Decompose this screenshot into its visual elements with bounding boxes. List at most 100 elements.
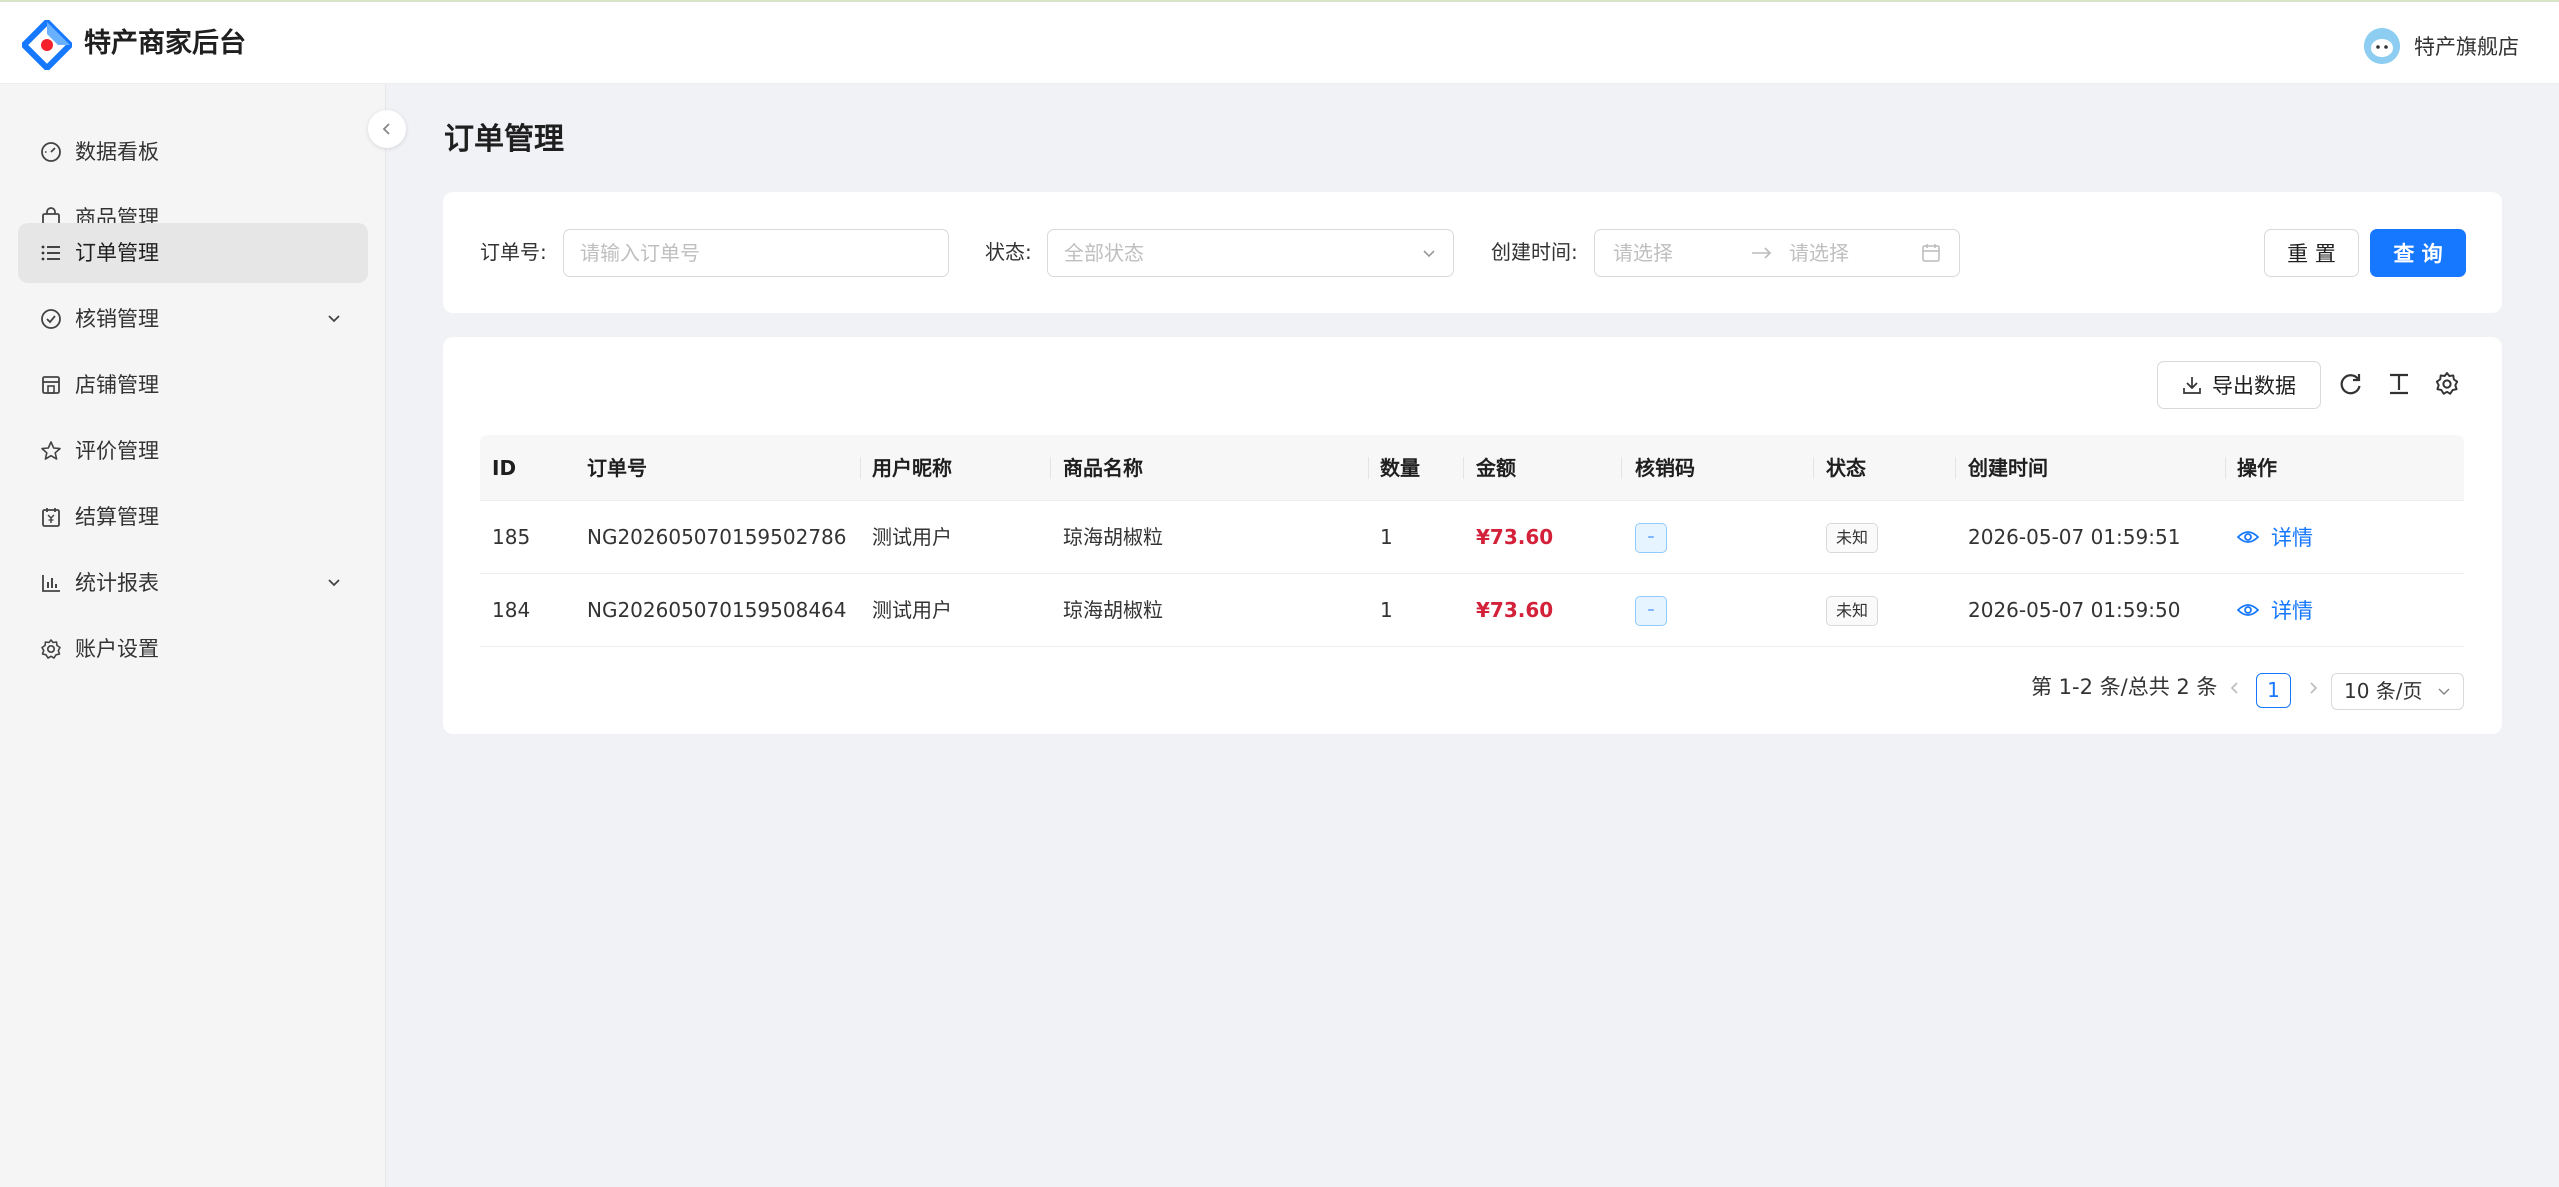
sidebar-collapse-button[interactable] — [368, 110, 406, 148]
date-range-picker[interactable]: 请选择 请选择 — [1594, 229, 1960, 277]
column-header: 商品名称 — [1063, 456, 1143, 480]
star-icon — [41, 441, 61, 460]
status-badge: 未知 — [1826, 523, 1879, 553]
user-menu[interactable]: 特产旗舰店 — [2364, 26, 2519, 66]
column-separator — [1955, 457, 1956, 479]
chevron-down-icon — [2438, 688, 2450, 696]
user-name: 特产旗舰店 — [2414, 35, 2519, 59]
column-header: 创建时间 — [1968, 456, 2048, 480]
column-header: 操作 — [2237, 456, 2277, 480]
cell-product: 琼海胡椒粒 — [1063, 525, 1163, 549]
sidebar-item-label: 订单管理 — [75, 241, 159, 265]
page-size-value: 10 条/页 — [2344, 679, 2423, 703]
cell-id: 185 — [492, 525, 531, 549]
cell-created: 2026-05-07 01:59:50 — [1968, 598, 2181, 622]
chevron-right-icon[interactable] — [2305, 680, 2321, 696]
cell-id: 184 — [492, 598, 531, 622]
sidebar-item-label: 统计报表 — [75, 571, 159, 595]
detail-link[interactable]: 详情 — [2237, 574, 2313, 646]
column-separator — [1813, 457, 1814, 479]
sidebar-item-dashboard[interactable]: 数据看板 — [18, 122, 368, 182]
cell-nickname: 测试用户 — [872, 598, 952, 622]
sidebar-item-reports[interactable]: 统计报表 — [18, 553, 368, 613]
sidebar-item-account[interactable]: 账户设置 — [18, 619, 368, 679]
chevron-left-icon[interactable] — [2227, 680, 2243, 696]
cell-qty: 1 — [1380, 525, 1393, 549]
cell-product: 琼海胡椒粒 — [1063, 598, 1163, 622]
column-header: 金额 — [1476, 456, 1516, 480]
chevron-down-icon — [1423, 250, 1435, 258]
column-header: 数量 — [1380, 456, 1420, 480]
query-button[interactable]: 查 询 — [2370, 229, 2466, 277]
sidebar-item-settlement[interactable]: 结算管理 — [18, 487, 368, 547]
verification-code-tag: – — [1635, 596, 1667, 626]
settings-gear-icon[interactable] — [2434, 371, 2460, 397]
order-no-input[interactable]: 请输入订单号 — [563, 229, 949, 277]
column-header: 核销码 — [1635, 456, 1695, 480]
cell-order-no: NG202605070159502786 — [587, 525, 847, 549]
table-row[interactable]: 185 NG202605070159502786 测试用户 琼海胡椒粒 1 ¥7… — [480, 501, 2464, 574]
reset-button[interactable]: 重 置 — [2264, 229, 2359, 277]
detail-link-label: 详情 — [2271, 599, 2313, 623]
cell-qty: 1 — [1380, 598, 1393, 622]
calendar-icon — [1922, 244, 1940, 262]
cell-nickname: 测试用户 — [872, 525, 952, 549]
shop-icon — [42, 376, 60, 394]
cell-created: 2026-05-07 01:59:51 — [1968, 525, 2181, 549]
date-end-input[interactable]: 请选择 — [1789, 230, 1849, 276]
column-header: 用户昵称 — [872, 456, 952, 480]
column-height-icon[interactable] — [2386, 371, 2412, 397]
eye-icon — [2237, 604, 2259, 616]
app-title: 特产商家后台 — [84, 28, 246, 59]
detail-link[interactable]: 详情 — [2237, 501, 2313, 573]
arrow-right-icon — [1752, 247, 1772, 259]
download-icon — [2183, 377, 2201, 394]
top-header: 特产商家后台 特产旗舰店 — [0, 0, 2559, 84]
created-time-label: 创建时间: — [1491, 240, 1578, 264]
verification-code-tag: – — [1635, 523, 1667, 553]
sidebar-item-shop[interactable]: 店铺管理 — [18, 355, 368, 415]
column-separator — [1368, 457, 1369, 479]
refresh-icon[interactable] — [2338, 371, 2364, 397]
dashboard-icon — [41, 142, 61, 162]
sidebar-item-label: 核销管理 — [75, 307, 159, 331]
page-title: 订单管理 — [444, 122, 564, 157]
export-button-label: 导出数据 — [2212, 374, 2296, 398]
sidebar-item-verification[interactable]: 核销管理 — [18, 289, 368, 349]
pagination-total: 第 1-2 条/总共 2 条 — [2031, 675, 2218, 699]
order-no-label: 订单号: — [480, 240, 547, 264]
column-header: 状态 — [1826, 456, 1866, 480]
bar-chart-icon — [42, 575, 60, 592]
status-select[interactable]: 全部状态 — [1047, 229, 1454, 277]
column-separator — [1050, 457, 1051, 479]
avatar-icon — [2364, 28, 2400, 64]
chevron-down-icon — [328, 315, 340, 323]
cell-amount: ¥73.60 — [1476, 525, 1554, 549]
pagination-page-1[interactable]: 1 — [2256, 673, 2291, 708]
chevron-left-icon — [382, 123, 390, 135]
check-circle-icon — [41, 309, 61, 329]
eye-icon — [2237, 531, 2259, 543]
table-row[interactable]: 184 NG202605070159508464 测试用户 琼海胡椒粒 1 ¥7… — [480, 574, 2464, 647]
sidebar: 数据看板 商品管理 订单管理 核销管理 店铺管理 评价管理 结算管理 统计报表 … — [0, 84, 386, 1187]
column-separator — [1463, 457, 1464, 479]
column-separator — [860, 457, 861, 479]
sidebar-item-orders[interactable]: 订单管理 — [18, 223, 368, 283]
page-size-select[interactable]: 10 条/页 — [2331, 673, 2464, 710]
sidebar-item-label: 账户设置 — [75, 637, 159, 661]
avatar[interactable] — [2364, 28, 2400, 64]
status-label: 状态: — [985, 240, 1032, 264]
app-logo-icon — [22, 20, 72, 70]
calendar-yen-icon — [42, 508, 60, 527]
sidebar-item-label: 评价管理 — [75, 439, 159, 463]
column-separator — [2225, 457, 2226, 479]
date-start-input[interactable]: 请选择 — [1613, 230, 1673, 276]
export-button[interactable]: 导出数据 — [2157, 361, 2321, 409]
status-badge: 未知 — [1826, 596, 1879, 626]
detail-link-label: 详情 — [2271, 526, 2313, 550]
column-header: ID — [492, 456, 517, 480]
sidebar-item-label: 店铺管理 — [75, 373, 159, 397]
order-table-panel: 导出数据 ID 订单号 用户昵称 商品名称 数量 金额 核销码 状态 创建时间 … — [443, 337, 2502, 734]
sidebar-item-reviews[interactable]: 评价管理 — [18, 421, 368, 481]
sidebar-item-label: 数据看板 — [75, 140, 159, 164]
